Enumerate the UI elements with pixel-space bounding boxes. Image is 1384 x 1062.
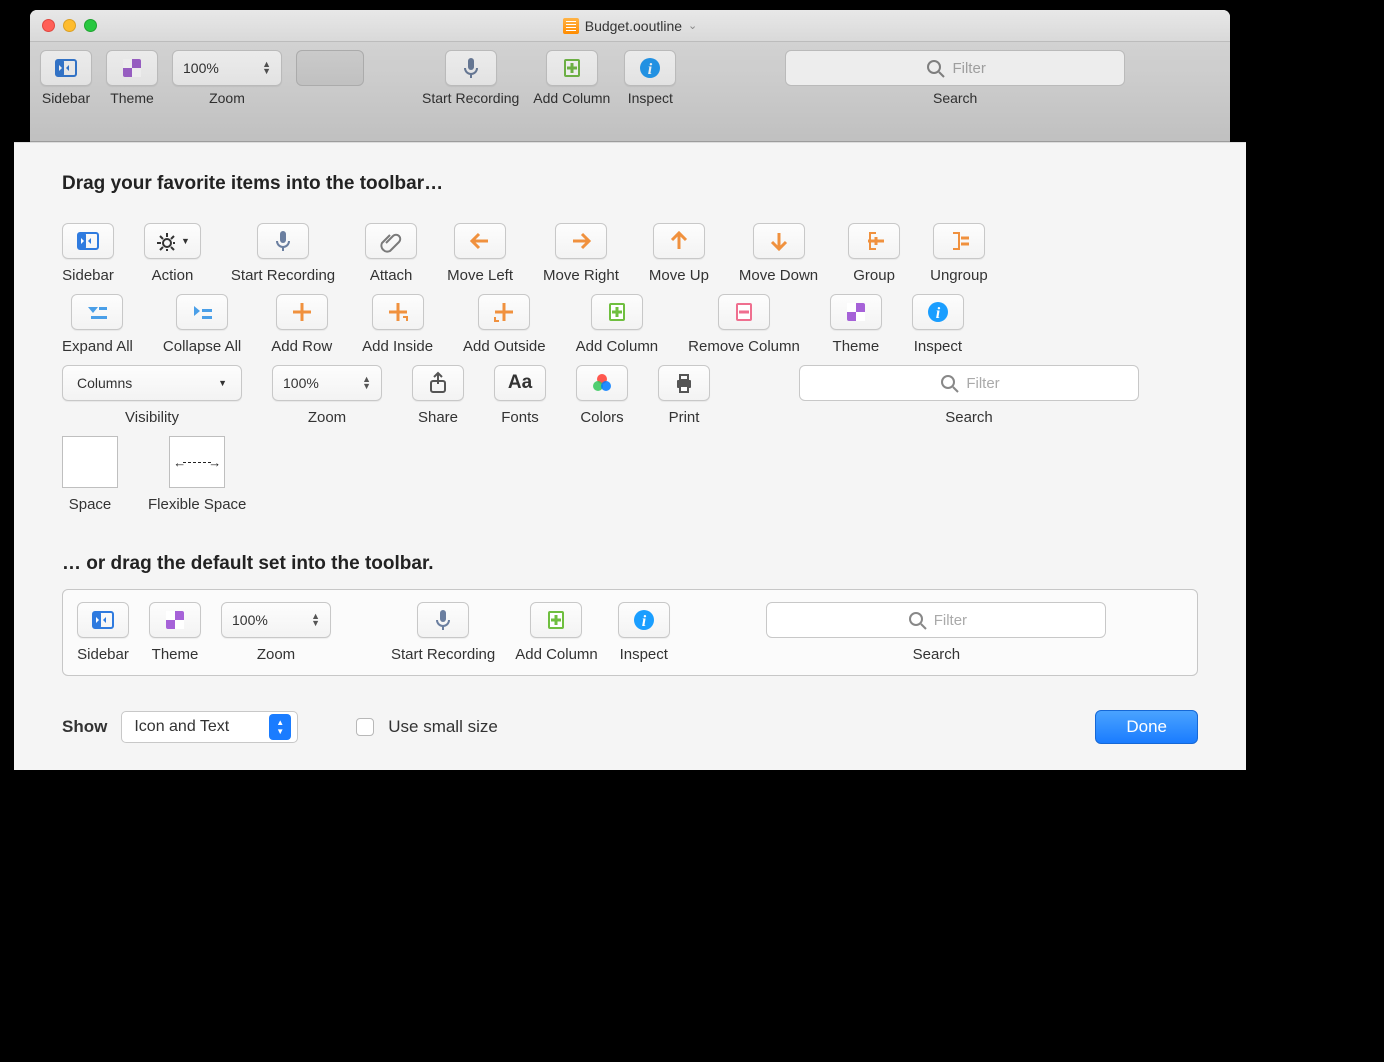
show-mode-value: Icon and Text: [134, 718, 229, 736]
pal-ungroup[interactable]: [933, 223, 985, 259]
sheet-subheading: … or drag the default set into the toolb…: [62, 553, 1198, 575]
search-label: Search: [933, 90, 977, 106]
pal-inspect[interactable]: [912, 294, 964, 330]
done-button[interactable]: Done: [1095, 710, 1198, 744]
visibility-value: Columns: [77, 375, 132, 391]
window-title: Budget.ooutline: [585, 18, 682, 34]
pal-zoom[interactable]: 100% ▲▼: [272, 365, 382, 401]
ungroup-icon: [947, 229, 971, 253]
collapse-icon: [190, 301, 214, 323]
document-icon: [563, 18, 579, 34]
pal-flexible-space[interactable]: [169, 436, 225, 488]
use-small-size-label: Use small size: [388, 717, 498, 737]
pal-print[interactable]: [658, 365, 710, 401]
use-small-size-checkbox[interactable]: [356, 718, 374, 736]
stepper-icon: ▲▼: [262, 61, 271, 75]
theme-button[interactable]: [106, 50, 158, 86]
search-icon: [906, 609, 928, 631]
zoom-label: Zoom: [209, 90, 245, 106]
arrow-down-icon: [767, 229, 791, 253]
sidebar-button[interactable]: [40, 50, 92, 86]
zoom-value: 100%: [183, 60, 219, 76]
default-toolbar-set[interactable]: Sidebar Theme 100% ▲▼ Zoom Start Recordi…: [62, 589, 1198, 676]
pal-add-outside[interactable]: [478, 294, 530, 330]
inspect-button[interactable]: [624, 50, 676, 86]
add-column-button[interactable]: [546, 50, 598, 86]
pal-start-recording[interactable]: [257, 223, 309, 259]
gear-icon: [155, 231, 175, 251]
pal-collapse-all[interactable]: [176, 294, 228, 330]
pal-theme[interactable]: [830, 294, 882, 330]
flexible-space-icon: [173, 455, 221, 470]
pal-space[interactable]: [62, 436, 118, 488]
stepper-icon: ▲▼: [362, 376, 371, 390]
sidebar-label: Sidebar: [42, 90, 90, 106]
show-mode-select[interactable]: Icon and Text ▲▼: [121, 711, 298, 743]
pal-sidebar[interactable]: [62, 223, 114, 259]
pal-action[interactable]: ▼: [144, 223, 201, 259]
pal-add-row[interactable]: [276, 294, 328, 330]
pal-expand-all[interactable]: [71, 294, 123, 330]
start-recording-label: Start Recording: [422, 90, 519, 106]
colors-icon: [590, 371, 614, 395]
pal-move-up[interactable]: [653, 223, 705, 259]
remove-column-icon: [732, 300, 756, 324]
pal-remove-column[interactable]: [718, 294, 770, 330]
arrow-up-icon: [667, 229, 691, 253]
pal-move-left[interactable]: [454, 223, 506, 259]
search-icon: [938, 372, 960, 394]
def-search[interactable]: Filter: [766, 602, 1106, 638]
select-arrows-icon: ▲▼: [269, 714, 291, 740]
search-placeholder: Filter: [952, 60, 985, 77]
app-window: Budget.ooutline ⌄ Sidebar Theme 100% ▲▼ …: [30, 10, 1230, 770]
def-inspect[interactable]: [618, 602, 670, 638]
chevron-down-icon: ▼: [181, 236, 190, 246]
pal-search[interactable]: Filter: [799, 365, 1139, 401]
show-label: Show: [62, 717, 107, 737]
search-icon: [924, 57, 946, 79]
fonts-icon: Aa: [508, 372, 532, 394]
share-icon: [426, 371, 450, 395]
def-add-column[interactable]: [530, 602, 582, 638]
sheet-heading: Drag your favorite items into the toolba…: [62, 173, 1198, 195]
pal-group[interactable]: [848, 223, 900, 259]
def-zoom[interactable]: 100% ▲▼: [221, 602, 331, 638]
plus-outside-icon: [492, 300, 516, 324]
sheet-footer: Show Icon and Text ▲▼ Use small size Don…: [62, 676, 1198, 744]
pal-share[interactable]: [412, 365, 464, 401]
def-start-recording[interactable]: [417, 602, 469, 638]
plus-icon: [290, 300, 314, 324]
theme-label: Theme: [110, 90, 154, 106]
toolbar: Sidebar Theme 100% ▲▼ Zoom Start Recordi…: [30, 42, 1230, 142]
pal-visibility[interactable]: Columns ▼: [62, 365, 242, 401]
customize-toolbar-sheet: Drag your favorite items into the toolba…: [14, 142, 1246, 770]
pal-move-right[interactable]: [555, 223, 607, 259]
arrow-right-icon: [569, 229, 593, 253]
pal-add-column[interactable]: [591, 294, 643, 330]
start-recording-button[interactable]: [445, 50, 497, 86]
plus-inside-icon: [386, 300, 410, 324]
pal-move-down[interactable]: [753, 223, 805, 259]
titlebar: Budget.ooutline ⌄: [30, 10, 1230, 42]
pal-add-inside[interactable]: [372, 294, 424, 330]
group-icon: [862, 229, 886, 253]
pal-fonts[interactable]: Aa: [494, 365, 546, 401]
search-field[interactable]: Filter: [785, 50, 1125, 86]
pal-colors[interactable]: [576, 365, 628, 401]
stepper-icon: ▲▼: [311, 613, 320, 627]
pal-attach[interactable]: [365, 223, 417, 259]
expand-icon: [85, 301, 109, 323]
toolbar-drop-area[interactable]: [296, 50, 364, 86]
inspect-label: Inspect: [628, 90, 673, 106]
def-sidebar[interactable]: [77, 602, 129, 638]
arrow-left-icon: [468, 229, 492, 253]
add-column-label: Add Column: [533, 90, 610, 106]
paperclip-icon: [379, 229, 403, 253]
title-menu-chevron-icon[interactable]: ⌄: [688, 19, 697, 32]
print-icon: [672, 371, 696, 395]
def-theme[interactable]: [149, 602, 201, 638]
zoom-stepper[interactable]: 100% ▲▼: [172, 50, 282, 86]
chevron-down-icon: ▼: [218, 378, 227, 388]
